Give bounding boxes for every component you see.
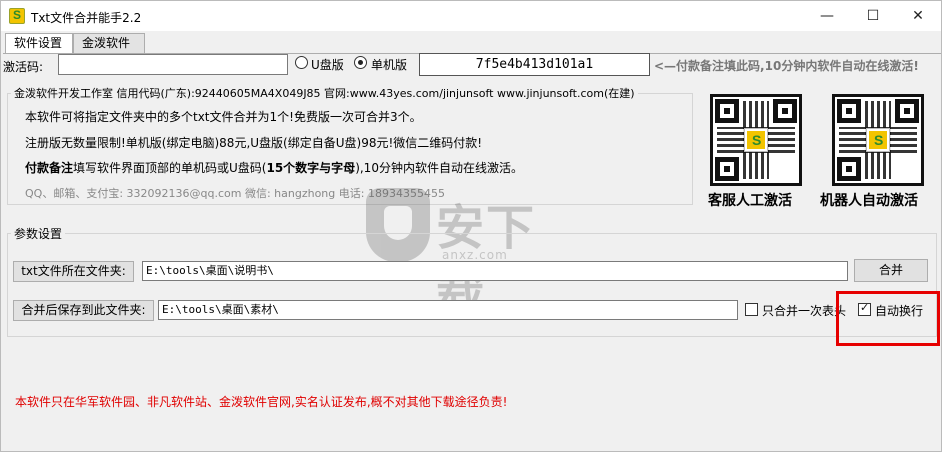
app-window: Txt文件合并能手2.2 — ☐ ✕ 软件设置 金泼软件 激活码: U盘版 单机… — [0, 0, 942, 452]
info-line-payment-note: 付款备注填写软件界面顶部的单机码或U盘码(15个数字与字母),10分钟内软件自动… — [25, 159, 523, 176]
payment-note-code-length: 15个数字与字母 — [266, 161, 356, 175]
close-button[interactable]: ✕ — [895, 1, 941, 31]
u-disk-version-radio[interactable] — [295, 56, 308, 69]
txt-folder-button[interactable]: txt文件所在文件夹: — [13, 261, 134, 282]
minimize-button[interactable]: — — [804, 1, 850, 31]
distribution-notice: 本软件只在华军软件园、非凡软件站、金泼软件官网,实名认证发布,概不对其他下载途径… — [15, 395, 508, 409]
tab-jinjun-software[interactable]: 金泼软件 — [73, 33, 145, 53]
only-merge-header-once-checkbox[interactable] — [745, 303, 758, 316]
payment-note-end: ),10分钟内软件自动在线激活。 — [355, 161, 523, 175]
save-folder-path-input[interactable]: E:\tools\桌面\素材\ — [158, 300, 738, 320]
info-line-pricing: 注册版无数量限制!单机版(绑定电脑)88元,U盘版(绑定自备U盘)98元!微信二… — [25, 136, 483, 150]
merge-button[interactable]: 合并 — [854, 259, 928, 282]
qr-logo-icon — [745, 129, 767, 151]
window-title: Txt文件合并能手2.2 — [31, 11, 142, 25]
auto-wrap-highlight-box — [836, 291, 940, 346]
qr-logo-icon — [867, 129, 889, 151]
customer-service-caption: 客服人工激活 — [708, 193, 792, 209]
customer-service-qr-code — [710, 94, 802, 186]
payment-hint: <—付款备注填此码,10分钟内软件自动在线激活! — [654, 59, 919, 73]
payment-note-keyword: 付款备注 — [25, 161, 74, 175]
single-machine-version-radio[interactable] — [354, 56, 367, 69]
machine-code-field[interactable]: 7f5e4b413d101a1 — [419, 53, 650, 76]
txt-folder-path-input[interactable]: E:\tools\桌面\说明书\ — [142, 261, 848, 281]
studio-info-title: 金泼软件开发工作室 信用代码(广东):92440605MA4X049J85 官网… — [11, 85, 638, 101]
app-logo-icon — [9, 8, 25, 24]
only-merge-header-once-label: 只合并一次表头 — [762, 304, 847, 318]
maximize-button[interactable]: ☐ — [850, 1, 896, 31]
params-group-box — [7, 233, 937, 337]
payment-note-text: 填写软件界面顶部的单机码或U盘码( — [73, 161, 267, 175]
save-folder-button[interactable]: 合并后保存到此文件夹: — [13, 300, 154, 321]
u-disk-version-label: U盘版 — [311, 58, 344, 72]
single-machine-version-label: 单机版 — [371, 58, 408, 72]
activation-code-input[interactable] — [58, 54, 288, 75]
tab-software-settings[interactable]: 软件设置 — [5, 33, 73, 54]
robot-activation-qr-code — [832, 94, 924, 186]
robot-activation-caption: 机器人自动激活 — [820, 193, 918, 209]
info-line-merge: 本软件可将指定文件夹中的多个txt文件合并为1个!免费版一次可合并3个。 — [25, 110, 422, 124]
params-group-title: 参数设置 — [11, 225, 66, 242]
title-bar: Txt文件合并能手2.2 — ☐ ✕ — [1, 1, 941, 31]
activation-code-label: 激活码: — [3, 60, 44, 74]
